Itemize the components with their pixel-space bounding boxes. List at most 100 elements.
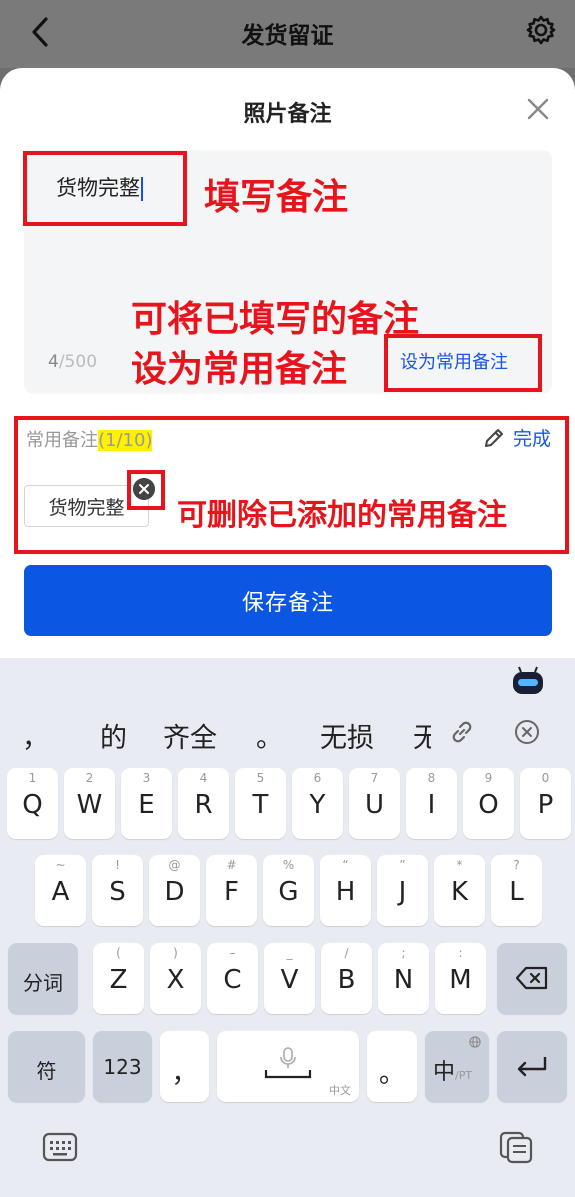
link-icon[interactable]	[448, 718, 476, 746]
annotation-box-set-common	[384, 334, 542, 392]
key-label: J	[398, 877, 407, 907]
key-hint: 3	[142, 771, 151, 785]
key-h[interactable]: “H	[320, 855, 371, 926]
key-u[interactable]: 7U	[349, 768, 400, 839]
char-counter: 4/500	[48, 352, 98, 372]
key-x[interactable]: ) X	[150, 943, 201, 1014]
key-m[interactable]: :M	[435, 943, 486, 1014]
save-note-button[interactable]: 保存备注	[24, 565, 552, 636]
key-label: L	[509, 877, 524, 907]
key-hint: ?	[513, 858, 520, 872]
close-icon[interactable]	[527, 98, 549, 120]
key-label: V	[280, 965, 299, 995]
key-label: A	[51, 877, 70, 907]
annotation-set-common-line1: 可将已填写的备注	[131, 299, 420, 340]
numeric-key[interactable]: 123	[93, 1031, 152, 1102]
key-label: B	[337, 965, 356, 995]
candidate-word[interactable]: 无损	[320, 716, 374, 755]
key-hint: )	[173, 946, 178, 960]
page-title: 发货留证	[241, 23, 334, 49]
annotation-delete-common: 可删除已添加的常用备注	[177, 498, 507, 533]
key-hint: 4	[199, 771, 208, 785]
key-label: T	[252, 790, 269, 820]
key-hint: /	[344, 946, 349, 960]
period-key[interactable]: 。	[367, 1031, 417, 1102]
candidate-word[interactable]: 齐全	[163, 716, 217, 755]
key-hint: 7	[370, 771, 379, 785]
key-w[interactable]: 2W	[64, 768, 115, 839]
symbol-key[interactable]: 符	[8, 1031, 85, 1102]
backspace-key[interactable]	[497, 943, 567, 1014]
key-f[interactable]: # F	[206, 855, 257, 926]
annotation-box-note	[23, 151, 187, 226]
key-t[interactable]: 5T	[235, 768, 286, 839]
key-d[interactable]: @ D	[149, 855, 200, 926]
fenci-key[interactable]: 分词	[8, 943, 78, 1014]
language-label: 中/PT	[433, 1060, 473, 1085]
key-hint: 9	[484, 771, 493, 785]
key-a[interactable]: ~ A	[35, 855, 86, 926]
key-hint: –	[229, 946, 236, 960]
key-hint: ”	[399, 858, 406, 872]
candidate-word[interactable]: ，	[22, 716, 49, 755]
key-c[interactable]: – C	[207, 943, 258, 1014]
comma-key[interactable]: ，	[160, 1031, 209, 1102]
key-hint: *	[456, 858, 463, 872]
key-label: N	[393, 965, 414, 995]
key-l[interactable]: ? L	[491, 855, 542, 926]
key-p[interactable]: 0P	[520, 768, 571, 839]
globe-icon	[469, 1036, 481, 1048]
key-label: H	[335, 877, 356, 907]
key-hint: 8	[427, 771, 436, 785]
key-i[interactable]: 8I	[406, 768, 457, 839]
space-key[interactable]: 中文	[217, 1031, 359, 1102]
space-bar-icon	[264, 1070, 312, 1079]
backspace-icon	[515, 966, 548, 990]
key-q[interactable]: 1Q	[7, 768, 58, 839]
enter-icon	[517, 1057, 547, 1077]
candidate-word[interactable]: 的	[100, 716, 127, 755]
gear-icon[interactable]	[525, 14, 557, 46]
key-label: K	[450, 877, 469, 907]
app-bar: 发货留证	[0, 0, 575, 68]
dismiss-candidates-icon[interactable]	[513, 718, 541, 746]
key-label: R	[194, 790, 213, 820]
key-k[interactable]: * K	[434, 855, 485, 926]
key-r[interactable]: 4R	[178, 768, 229, 839]
language-switch-key[interactable]: 中/PT	[425, 1031, 489, 1102]
key-n[interactable]: ; N	[378, 943, 429, 1014]
annotation-fill-note: 填写备注	[204, 177, 349, 218]
key-hint: @	[168, 858, 181, 872]
key-b[interactable]: / B	[321, 943, 372, 1014]
key-label: S	[109, 877, 126, 907]
candidate-word[interactable]: 无	[413, 716, 431, 755]
key-hint: #	[226, 858, 237, 872]
candidate-word[interactable]: 。	[256, 716, 283, 755]
key-y[interactable]: 6Y	[292, 768, 343, 839]
key-hint: 5	[256, 771, 265, 785]
key-label: E	[138, 790, 155, 820]
key-hint: 2	[85, 771, 94, 785]
key-o[interactable]: 9O	[463, 768, 514, 839]
key-hint: ~	[55, 858, 66, 872]
key-s[interactable]: ! S	[92, 855, 143, 926]
key-j[interactable]: ” J	[377, 855, 428, 926]
sheet-title: 照片备注	[243, 102, 332, 127]
keyboard-assistant-icon[interactable]	[511, 666, 545, 696]
key-g[interactable]: % G	[263, 855, 314, 926]
key-v[interactable]: _ V	[264, 943, 315, 1014]
microphone-icon	[280, 1047, 296, 1068]
enter-key[interactable]	[497, 1031, 567, 1102]
clipboard-icon[interactable]	[498, 1130, 534, 1164]
key-hint: :	[458, 946, 463, 960]
key-hint: %	[282, 858, 295, 872]
key-label: F	[224, 877, 239, 907]
key-hint: !	[115, 858, 120, 872]
key-e[interactable]: 3E	[121, 768, 172, 839]
key-label: C	[223, 965, 242, 995]
key-hint: _	[286, 946, 293, 960]
key-label: P	[537, 790, 554, 820]
keyboard-toggle-icon[interactable]	[42, 1130, 78, 1164]
key-z[interactable]: (Z	[93, 943, 144, 1014]
key-hint: 6	[313, 771, 322, 785]
